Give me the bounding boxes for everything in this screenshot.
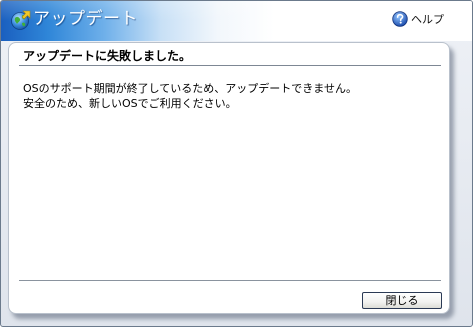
title-divider	[19, 65, 441, 66]
error-title: アップデートに失敗しました。	[23, 49, 192, 63]
update-window: アップデート ヘルプ アップデートに失敗しました。 OSのサポート期間が終了して…	[0, 0, 473, 327]
header-bar: アップデート ヘルプ	[1, 1, 472, 41]
window-title: アップデート	[33, 9, 138, 29]
error-message: OSのサポート期間が終了しているため、アップデートできません。 安全のため、新し…	[23, 81, 357, 111]
help-link[interactable]: ヘルプ	[392, 10, 444, 28]
help-label[interactable]: ヘルプ	[411, 11, 444, 27]
content-panel: アップデートに失敗しました。 OSのサポート期間が終了しているため、アップデート…	[8, 42, 450, 314]
message-line: OSのサポート期間が終了しているため、アップデートできません。	[23, 82, 357, 95]
footer-divider	[19, 280, 441, 281]
message-line: 安全のため、新しいOSでご利用ください。	[23, 97, 237, 110]
close-button[interactable]: 閉じる	[362, 292, 442, 309]
help-question-icon[interactable]	[392, 11, 408, 27]
globe-update-icon	[10, 10, 32, 32]
